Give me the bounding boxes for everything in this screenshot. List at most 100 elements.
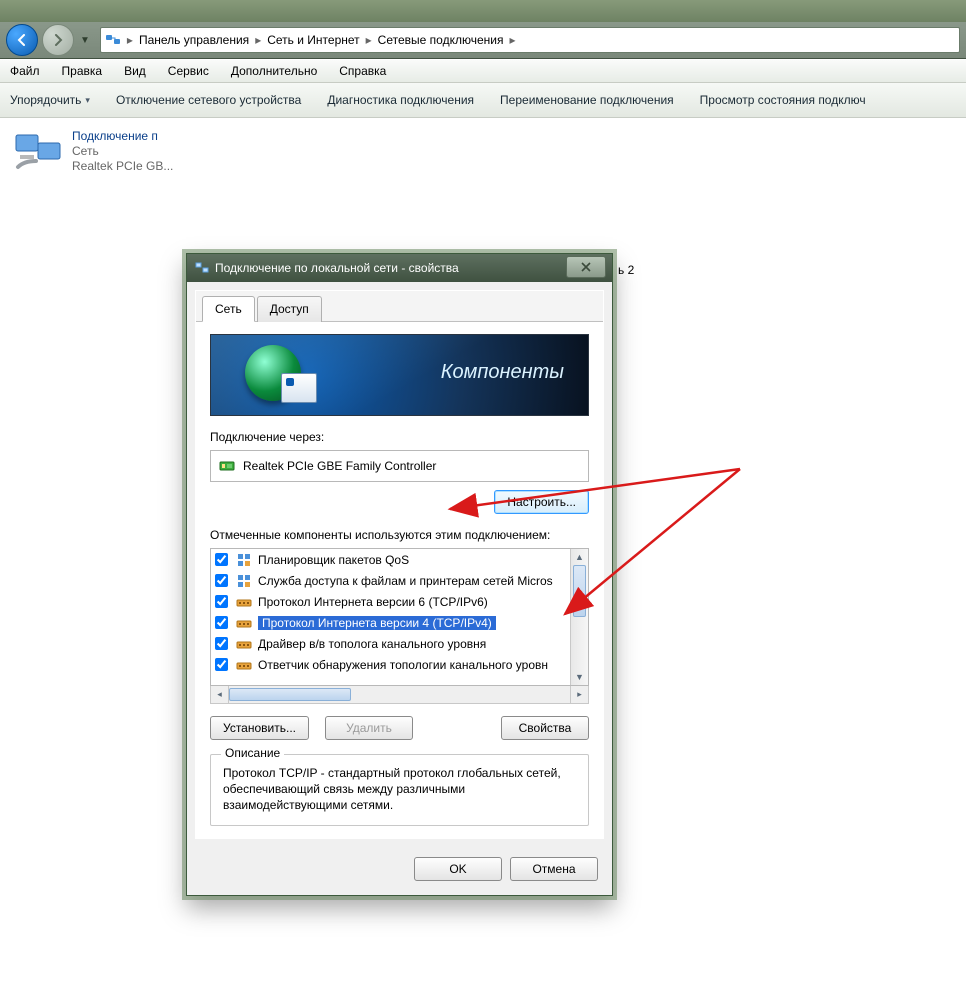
nav-toolbar: ▼ ▸ Панель управления ▸ Сеть и Интернет▸ …	[0, 22, 966, 59]
component-checkbox[interactable]	[215, 574, 228, 587]
nav-history-dropdown[interactable]: ▼	[80, 35, 90, 46]
menubar: Файл Правка Вид Сервис Дополнительно Спр…	[0, 59, 966, 83]
menu-edit[interactable]: Правка	[58, 62, 107, 80]
protocol-icon	[236, 636, 252, 652]
breadcrumb-label: Сетевые подключения	[378, 33, 504, 47]
breadcrumb-label: Панель управления	[139, 33, 249, 47]
cmd-disable-device[interactable]: Отключение сетевого устройства	[116, 93, 301, 107]
description-groupbox: Описание Протокол TCP/IP - стандартный п…	[210, 754, 589, 826]
tab-sharing[interactable]: Доступ	[257, 296, 322, 322]
menu-advanced[interactable]: Дополнительно	[227, 62, 321, 80]
network-connections-icon	[105, 32, 121, 48]
menu-help[interactable]: Справка	[335, 62, 390, 80]
adapter-box: Realtek PCIe GBE Family Controller	[210, 450, 589, 482]
dialog-icon	[195, 261, 209, 275]
component-label: Протокол Интернета версии 4 (TCP/IPv4)	[258, 616, 496, 630]
service-icon	[236, 573, 252, 589]
component-checkbox[interactable]	[215, 616, 228, 629]
component-row[interactable]: Служба доступа к файлам и принтерам сете…	[211, 570, 571, 591]
arrow-left-icon	[16, 34, 28, 46]
scroll-right-icon[interactable]: ▸	[570, 686, 588, 703]
breadcrumb-sep-icon: ▸	[509, 33, 515, 47]
description-legend: Описание	[221, 746, 284, 760]
component-label: Служба доступа к файлам и принтерам сете…	[258, 574, 553, 588]
breadcrumb-label: Сеть и Интернет	[267, 33, 359, 47]
component-label: Драйвер в/в тополога канального уровня	[258, 637, 486, 651]
window-titlebar	[0, 0, 966, 22]
tab-network[interactable]: Сеть	[202, 296, 255, 322]
cmd-view-status[interactable]: Просмотр состояния подключ	[700, 93, 866, 107]
scroll-down-icon[interactable]: ▼	[571, 669, 588, 685]
tabstrip: Сеть Доступ	[196, 291, 603, 322]
dialog-title: Подключение по локальной сети - свойства	[215, 261, 459, 275]
component-row[interactable]: Драйвер в/в тополога канального уровня	[211, 633, 571, 654]
address-bar[interactable]: ▸ Панель управления ▸ Сеть и Интернет ▸ Се…	[100, 27, 960, 53]
cmd-label: Упорядочить	[10, 93, 81, 107]
component-row[interactable]: Протокол Интернета версии 6 (TCP/IPv6)	[211, 591, 571, 612]
adapter-name: Realtek PCIe GBE Family Controller	[243, 459, 436, 473]
cmd-rename[interactable]: Переименование подключения	[500, 93, 674, 107]
components-banner: Компоненты	[210, 334, 589, 416]
checklist-icon	[281, 373, 317, 403]
scroll-up-icon[interactable]: ▲	[571, 549, 588, 565]
connection-text: Подключение п Сеть Realtek PCIe GB...	[72, 129, 173, 174]
component-row[interactable]: Протокол Интернета версии 4 (TCP/IPv4)	[211, 612, 571, 633]
component-label: Ответчик обнаружения топологии канальног…	[258, 658, 548, 672]
component-label: Протокол Интернета версии 6 (TCP/IPv6)	[258, 595, 488, 609]
dialog-footer: OK Отмена	[187, 847, 612, 895]
menu-view[interactable]: Вид	[120, 62, 150, 80]
nav-forward-button[interactable]	[42, 24, 74, 56]
component-checkbox[interactable]	[215, 553, 228, 566]
properties-dialog: Подключение по локальной сети - свойства…	[186, 253, 613, 896]
install-button[interactable]: Установить...	[210, 716, 309, 740]
scroll-thumb[interactable]	[573, 565, 586, 617]
lan-connection-icon	[14, 129, 62, 173]
protocol-icon	[236, 615, 252, 631]
nic-icon	[219, 458, 235, 474]
components-list[interactable]: Планировщик пакетов QoS Служба доступа к …	[210, 548, 589, 686]
ok-button[interactable]: OK	[414, 857, 502, 881]
connection-item[interactable]: Подключение п Сеть Realtek PCIe GB...	[0, 119, 966, 184]
connection-adapter-label: Realtek PCIe GB...	[72, 159, 173, 174]
connection-network-label: Сеть	[72, 144, 173, 159]
arrow-right-icon	[52, 34, 64, 46]
menu-file[interactable]: Файл	[6, 62, 44, 80]
uninstall-button: Удалить	[325, 716, 413, 740]
cancel-button[interactable]: Отмена	[510, 857, 598, 881]
components-used-label: Отмеченные компоненты используются этим …	[210, 528, 589, 542]
properties-button[interactable]: Свойства	[501, 716, 589, 740]
chevron-down-icon: ▾	[85, 95, 90, 106]
component-checkbox[interactable]	[215, 595, 228, 608]
service-icon	[236, 552, 252, 568]
cmd-diagnose[interactable]: Диагностика подключения	[327, 93, 474, 107]
scroll-left-icon[interactable]: ◂	[211, 686, 229, 703]
configure-button[interactable]: Настроить...	[494, 490, 589, 514]
component-row[interactable]: Планировщик пакетов QoS	[211, 549, 571, 570]
dialog-titlebar[interactable]: Подключение по локальной сети - свойства	[187, 254, 612, 282]
banner-title: Компоненты	[441, 361, 564, 384]
breadcrumb-sep-icon: ▸	[366, 33, 372, 47]
component-checkbox[interactable]	[215, 658, 228, 671]
vertical-scrollbar[interactable]: ▲ ▼	[570, 549, 588, 685]
component-row[interactable]: Ответчик обнаружения топологии канальног…	[211, 654, 571, 675]
menu-tools[interactable]: Сервис	[164, 62, 213, 80]
nav-back-button[interactable]	[6, 24, 38, 56]
breadcrumb-sep-icon: ▸	[255, 33, 261, 47]
content-area: Подключение п Сеть Realtek PCIe GB... ь …	[0, 118, 966, 990]
horizontal-scrollbar[interactable]: ◂ ▸	[210, 686, 589, 704]
connection-name-link[interactable]: Подключение п	[72, 129, 158, 143]
description-text: Протокол TCP/IP - стандартный протокол г…	[223, 765, 576, 813]
command-bar: Упорядочить ▾ Отключение сетевого устрой…	[0, 83, 966, 118]
component-checkbox[interactable]	[215, 637, 228, 650]
tab-page-network: Компоненты Подключение через: Realtek PC…	[196, 322, 603, 838]
scroll-hthumb[interactable]	[229, 688, 351, 701]
cmd-organize[interactable]: Упорядочить ▾	[10, 93, 90, 107]
breadcrumb-seg[interactable]: Сеть и Интернет ▸	[267, 33, 371, 47]
dialog-close-button[interactable]	[566, 256, 606, 278]
component-label: Планировщик пакетов QoS	[258, 553, 409, 567]
breadcrumb-sep-icon: ▸	[127, 33, 133, 47]
close-icon	[580, 262, 592, 272]
protocol-icon	[236, 594, 252, 610]
breadcrumb-seg[interactable]: Сетевые подключения ▸	[378, 33, 516, 47]
breadcrumb-seg[interactable]: Панель управления ▸	[139, 33, 261, 47]
